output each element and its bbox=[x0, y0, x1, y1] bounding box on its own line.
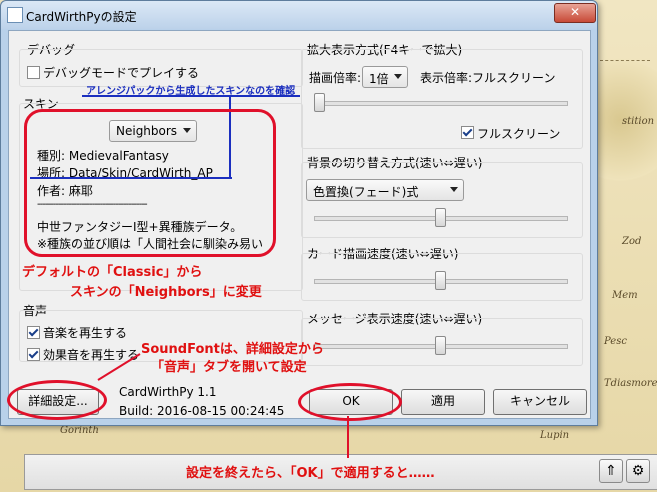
annotation-apply-note: 設定を終えたら、「OK」で適用すると…… bbox=[186, 466, 435, 481]
ok-highlight-oval bbox=[298, 383, 402, 421]
details-highlight-oval bbox=[7, 380, 107, 420]
